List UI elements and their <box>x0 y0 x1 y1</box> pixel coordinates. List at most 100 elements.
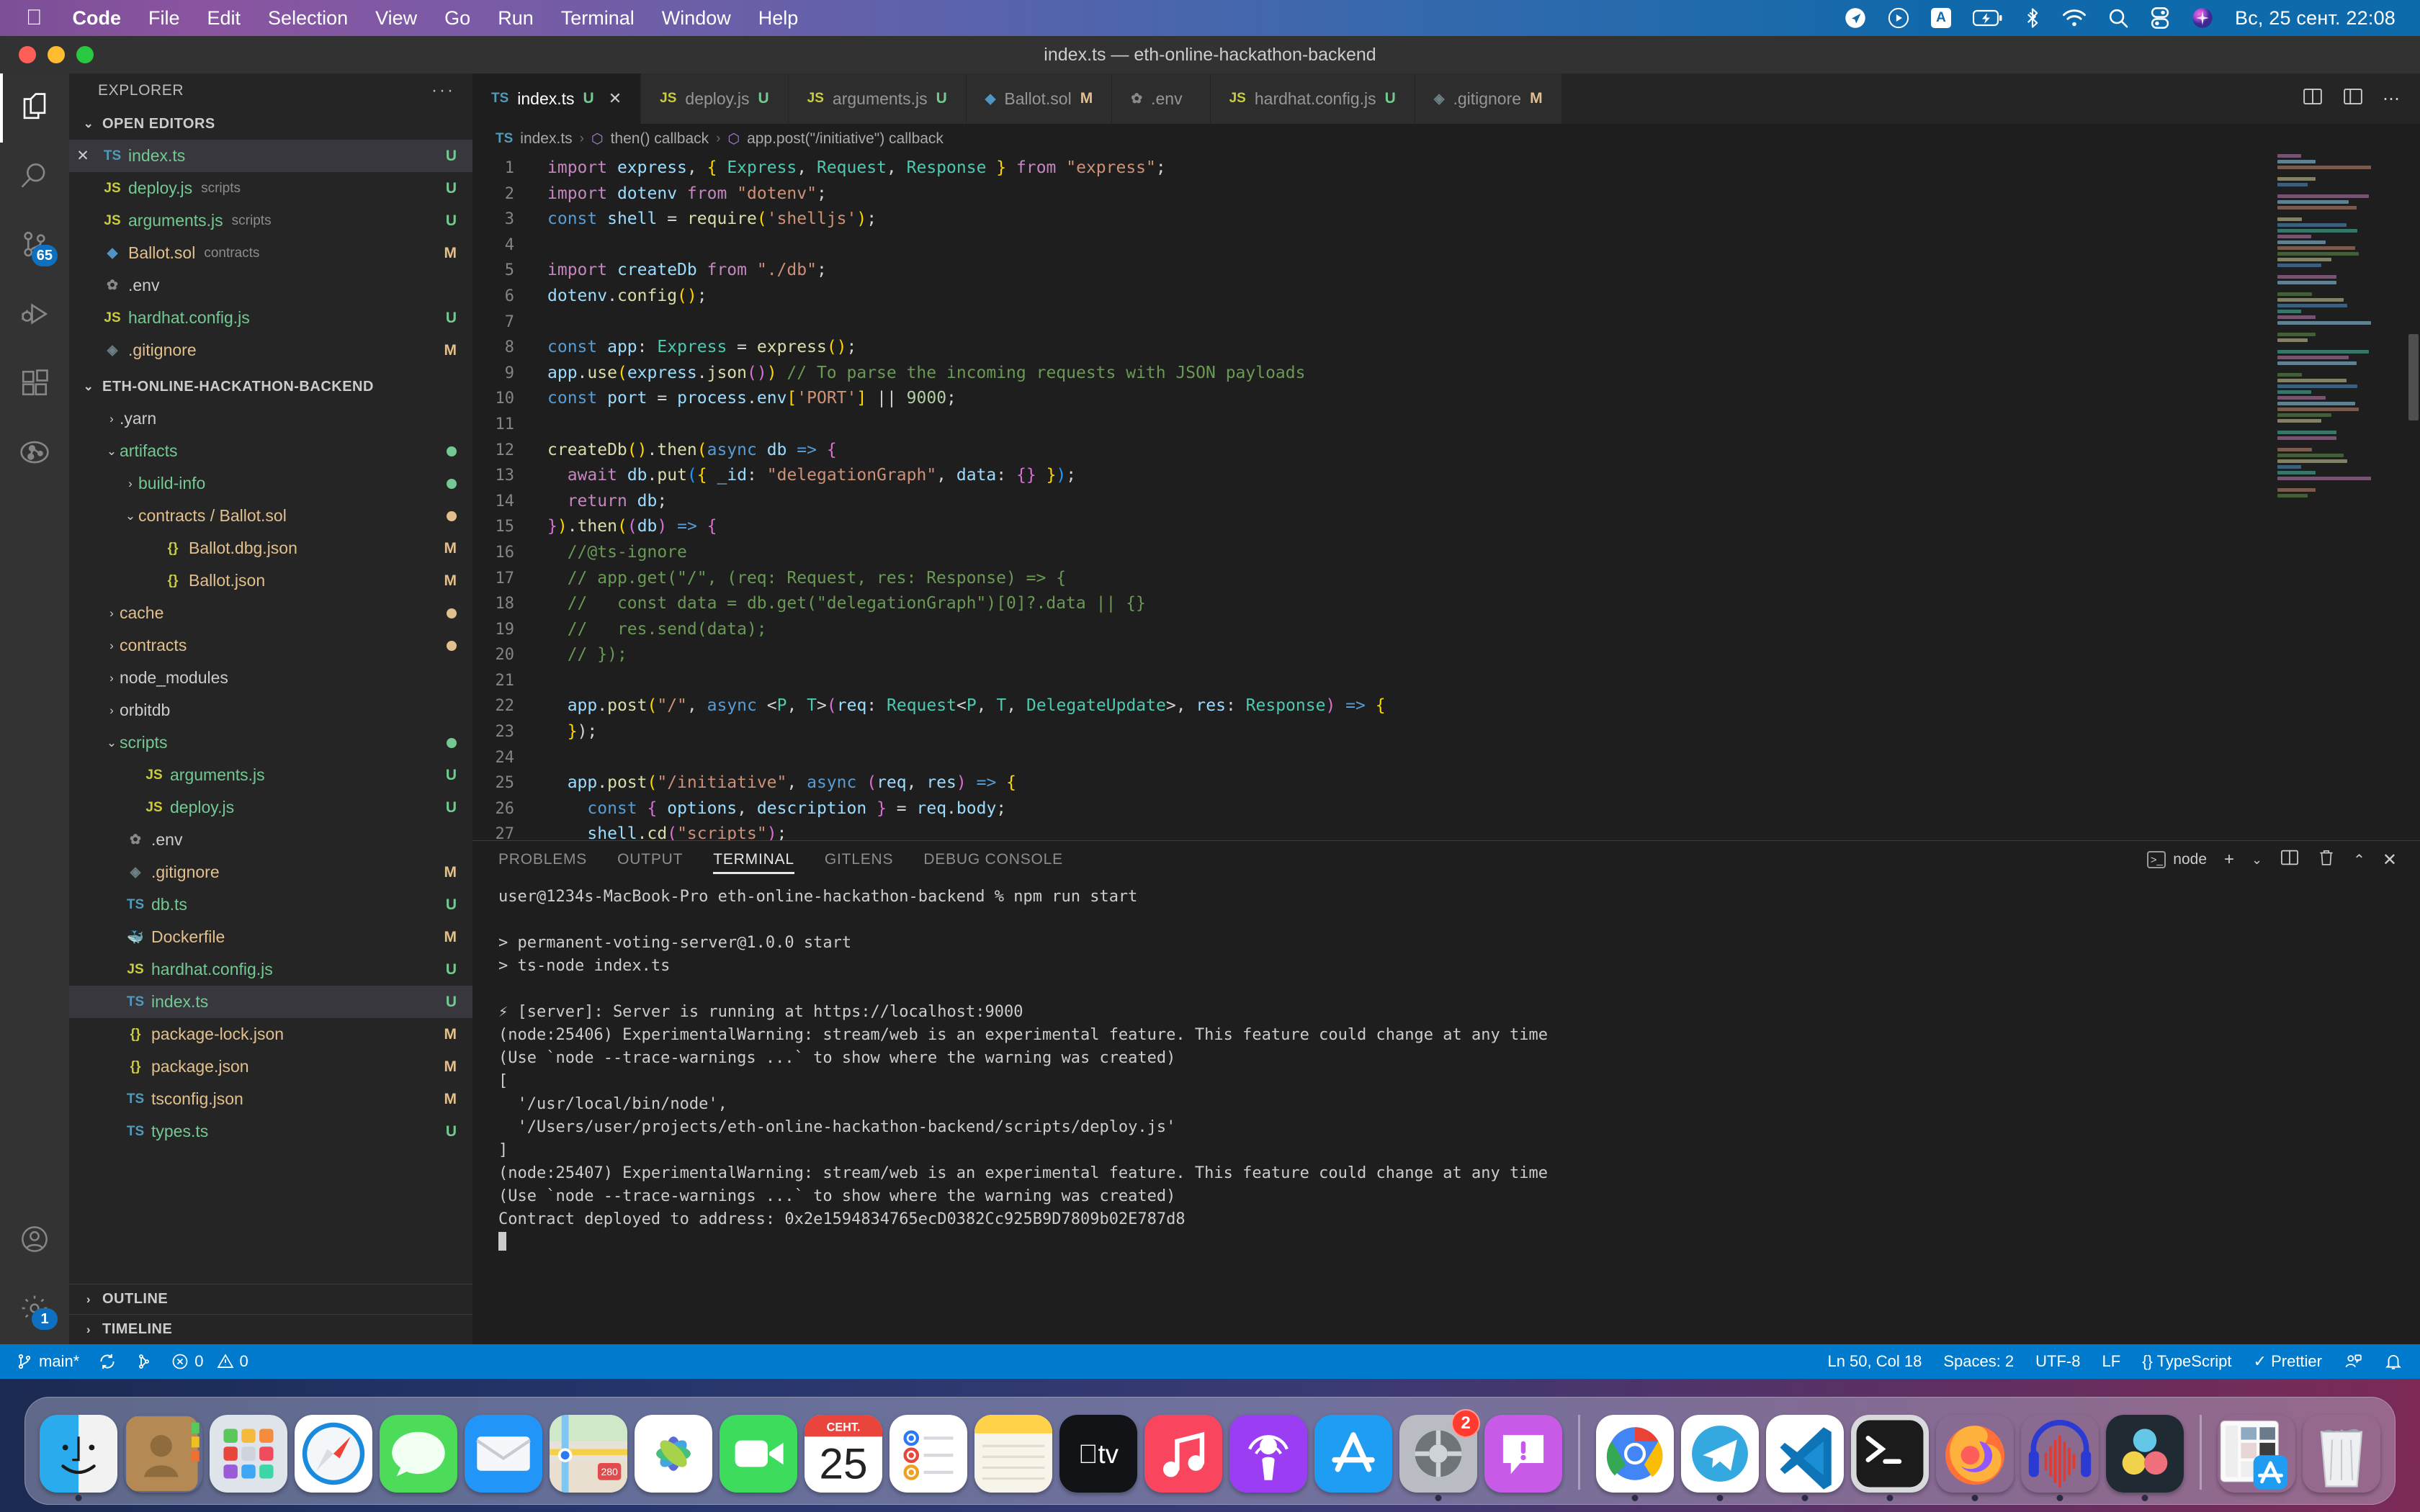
code-line[interactable]: 2 import dotenv from "dotenv"; <box>472 181 2420 207</box>
chevron-down-icon[interactable]: ⌄ <box>104 444 120 459</box>
code-line[interactable]: 26 const { options, description } = req.… <box>472 796 2420 822</box>
code-line[interactable]: 19 // res.send(data); <box>472 617 2420 643</box>
close-panel-icon[interactable]: ✕ <box>2383 850 2397 870</box>
maximize-window-button[interactable] <box>76 46 94 63</box>
dock-item-davinci-resolve[interactable] <box>2105 1412 2185 1501</box>
status-problems[interactable]: 0 0 <box>171 1352 248 1371</box>
code-line[interactable]: 5 import createDb from "./db"; <box>472 258 2420 284</box>
editor-scrollbar[interactable] <box>2407 154 2420 840</box>
editor-tab[interactable]: ✿ .env <box>1112 73 1211 124</box>
split-terminal-icon[interactable] <box>2280 847 2300 873</box>
file-tree-item[interactable]: TS index.ts U <box>69 986 472 1018</box>
file-tree-item[interactable]: JS hardhat.config.js U <box>69 953 472 986</box>
close-tab-icon[interactable]: ✕ <box>609 89 622 108</box>
dock-item-podcasts[interactable] <box>1228 1412 1309 1493</box>
editor-tab[interactable]: JS arguments.js U <box>788 73 967 124</box>
chevron-right-icon[interactable]: › <box>104 703 120 718</box>
siri-icon[interactable] <box>2192 7 2213 29</box>
close-editor-icon[interactable]: ✕ <box>69 147 97 165</box>
code-line[interactable]: 24 <box>472 745 2420 771</box>
bluetooth-icon[interactable] <box>2025 7 2040 29</box>
open-editor-item[interactable]: JS arguments.js scripts U <box>69 204 472 237</box>
section-project-root[interactable]: ⌄ ETH-ONLINE-HACKATHON-BACKEND <box>69 371 472 402</box>
new-terminal-icon[interactable]: + <box>2224 850 2234 870</box>
dock-item-vscode[interactable] <box>1765 1412 1845 1501</box>
dock-item-chrome[interactable] <box>1595 1412 1675 1501</box>
breadcrumb-part-2[interactable]: then() callback <box>611 130 709 148</box>
file-tree-item[interactable]: ⌄ scripts <box>69 726 472 759</box>
open-changes-icon[interactable] <box>2342 86 2364 112</box>
file-tree-item[interactable]: ⌄ artifacts <box>69 435 472 467</box>
breadcrumb-part-3[interactable]: app.post("/initiative") callback <box>747 130 944 148</box>
code-line[interactable]: 3 const shell = require('shelljs'); <box>472 207 2420 233</box>
dock-item-system-settings[interactable]: 2 <box>1398 1409 1480 1501</box>
kill-terminal-icon[interactable] <box>2317 848 2336 872</box>
panel-tab[interactable]: GITLENS <box>825 841 893 878</box>
menu-selection[interactable]: Selection <box>268 7 348 30</box>
podcast-icon[interactable] <box>1888 7 1909 29</box>
code-line[interactable]: 18 // const data = db.get("delegationGra… <box>472 591 2420 617</box>
dock-item-launchpad[interactable] <box>208 1412 289 1493</box>
dock-item-telegram[interactable] <box>1680 1412 1760 1501</box>
section-outline[interactable]: › OUTLINE <box>69 1284 472 1314</box>
file-tree-item[interactable]: › node_modules <box>69 662 472 694</box>
status-language-mode[interactable]: {} TypeScript <box>2142 1352 2231 1371</box>
chevron-right-icon[interactable]: › <box>104 606 120 621</box>
chevron-right-icon[interactable]: › <box>122 477 138 491</box>
open-editor-item[interactable]: ◈ .gitignore M <box>69 334 472 366</box>
location-icon[interactable] <box>1845 7 1866 29</box>
menu-help[interactable]: Help <box>758 7 799 30</box>
status-encoding[interactable]: UTF-8 <box>2035 1352 2080 1371</box>
activity-accounts[interactable] <box>0 1206 69 1275</box>
chevron-down-icon[interactable]: ⌄ <box>104 736 120 750</box>
dock-item-music[interactable] <box>1143 1412 1224 1493</box>
sidebar-more-icon[interactable]: ··· <box>431 81 455 101</box>
code-line[interactable]: 23 }); <box>472 719 2420 745</box>
editor-tab[interactable]: JS deploy.js U <box>641 73 789 124</box>
dock-item-feedback-assistant[interactable] <box>1483 1412 1564 1493</box>
code-lines[interactable]: 1 import express, { Express, Request, Res… <box>472 154 2420 840</box>
chevron-right-icon[interactable]: › <box>104 412 120 426</box>
dock-item-trash[interactable] <box>2301 1412 2382 1493</box>
activity-extensions[interactable] <box>0 350 69 419</box>
dock-item-safari[interactable] <box>293 1412 374 1493</box>
code-line[interactable]: 17 // app.get("/", (req: Request, res: R… <box>472 566 2420 592</box>
panel-tab[interactable]: TERMINAL <box>713 841 794 878</box>
maximize-panel-icon[interactable]: ⌃ <box>2353 851 2365 869</box>
status-prettier[interactable]: ✓ Prettier <box>2254 1352 2322 1371</box>
code-line[interactable]: 16 //@ts-ignore <box>472 540 2420 566</box>
code-line[interactable]: 8 const app: Express = express(); <box>472 335 2420 361</box>
code-line[interactable]: 27 shell.cd("scripts"); <box>472 822 2420 840</box>
section-open-editors[interactable]: ⌄ OPEN EDITORS <box>69 108 472 140</box>
menu-view[interactable]: View <box>375 7 417 30</box>
editor-tab[interactable]: JS hardhat.config.js U <box>1210 73 1415 124</box>
code-line[interactable]: 12 createDb().then(async db => { <box>472 438 2420 464</box>
panel-tab[interactable]: OUTPUT <box>617 841 683 878</box>
dock-item-messages[interactable] <box>378 1412 459 1493</box>
open-editor-item[interactable]: JS hardhat.config.js U <box>69 302 472 334</box>
code-line[interactable]: 9 app.use(express.json()) // To parse the… <box>472 361 2420 387</box>
battery-charging-icon[interactable] <box>1972 9 2003 27</box>
file-tree-item[interactable]: › contracts <box>69 629 472 662</box>
dock-item-appletv[interactable]: tv <box>1058 1412 1139 1493</box>
menu-go[interactable]: Go <box>444 7 470 30</box>
split-editor-icon[interactable] <box>2302 86 2323 112</box>
code-line[interactable]: 11 <box>472 412 2420 438</box>
terminal-dropdown-icon[interactable]: ⌄ <box>2251 852 2262 868</box>
code-line[interactable]: 22 app.post("/", async <P, T>(req: Reque… <box>472 693 2420 719</box>
menu-file[interactable]: File <box>148 7 180 30</box>
file-tree-item[interactable]: {} package.json M <box>69 1050 472 1083</box>
dock-item-calendar[interactable]: СЕНТ. 25 <box>803 1412 884 1493</box>
dock-item-reminders[interactable] <box>888 1412 969 1493</box>
file-tree-item[interactable]: ✿ .env <box>69 824 472 856</box>
wifi-icon[interactable] <box>2062 9 2087 27</box>
file-tree-item[interactable]: JS deploy.js U <box>69 791 472 824</box>
activity-manage-settings[interactable]: 1 <box>0 1275 69 1344</box>
file-tree-item[interactable]: 🐳 Dockerfile M <box>69 921 472 953</box>
dock-item-finder[interactable] <box>38 1412 119 1501</box>
file-tree-item[interactable]: › orbitdb <box>69 694 472 726</box>
code-line[interactable]: 13 await db.put({ _id: "delegationGraph"… <box>472 463 2420 489</box>
spotlight-search-icon[interactable] <box>2108 8 2128 28</box>
dock-item-audacity[interactable] <box>2020 1412 2100 1501</box>
file-tree-item[interactable]: TS types.ts U <box>69 1115 472 1148</box>
